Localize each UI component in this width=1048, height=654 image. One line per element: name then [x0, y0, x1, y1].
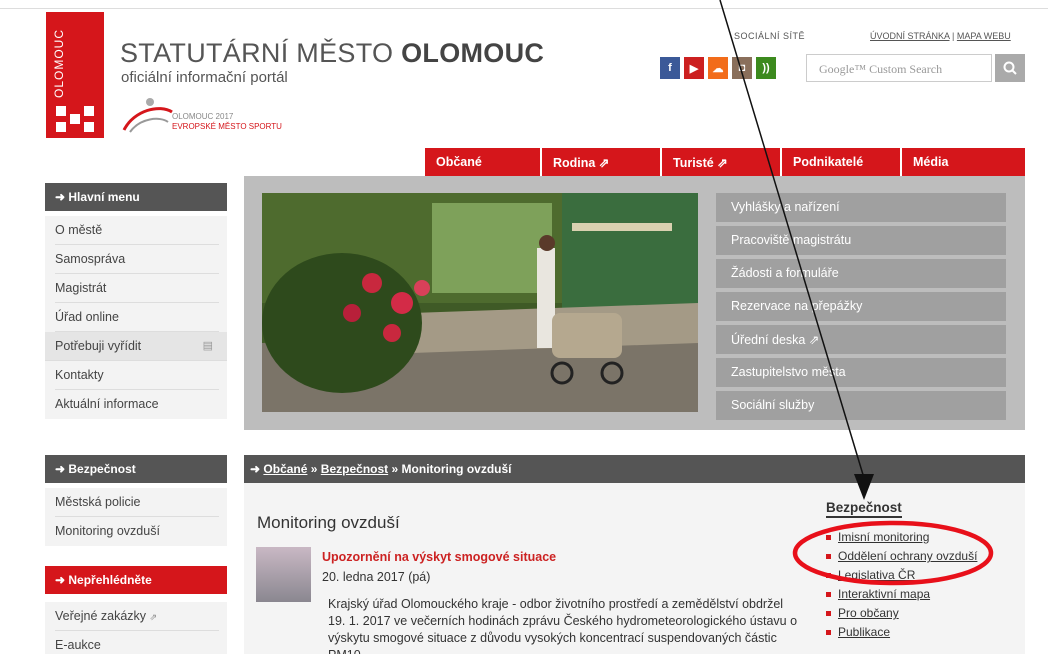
link-oddeleni-ochrany-ovzdusi[interactable]: Oddělení ochrany ovzduší	[838, 549, 977, 563]
external-link-icon: ⇗	[149, 612, 158, 622]
site-subtitle: oficiální informační portál	[121, 69, 288, 86]
sidebar-item-potrebuji-vyridit[interactable]: Potřebuji vyřídit ▤	[45, 332, 227, 361]
page-title: Monitoring ovzduší	[257, 513, 400, 532]
main-menu-list: O městě Samospráva Magistrát Úřad online…	[45, 216, 227, 419]
sidebar-item-kontakty[interactable]: Kontakty	[55, 361, 219, 390]
search-button[interactable]	[995, 54, 1025, 82]
breadcrumb: ➜ Občané » Bezpečnost » Monitoring ovzdu…	[244, 455, 1025, 483]
link-imisni-monitoring[interactable]: Imisní monitoring	[838, 530, 929, 544]
quick-links: Vyhlášky a nařízení Pracoviště magistrát…	[716, 193, 1006, 424]
home-link[interactable]: ÚVODNÍ STRÁNKA	[870, 31, 950, 41]
youtube-icon[interactable]: ▶	[684, 57, 704, 79]
arrow-icon: ➜	[250, 462, 261, 476]
quick-link-uredni-deska[interactable]: Úřední deska ⇗	[716, 325, 1006, 354]
news-thumbnail[interactable]	[256, 547, 311, 602]
main-menu-header: ➜ Hlavní menu	[45, 183, 227, 211]
main-nav: Občané Rodina ⇗ Turisté ⇗ Podnikatelé Mé…	[425, 148, 1025, 176]
logo-squares-icon	[56, 106, 94, 132]
nav-obcane[interactable]: Občané	[425, 148, 542, 176]
social-networks-label: SOCIÁLNÍ SÍTĚ	[734, 31, 806, 41]
security-menu-header: ➜ Bezpečnost	[45, 455, 227, 483]
nav-media[interactable]: Média	[902, 148, 1025, 176]
sidebar-item-verejne-zakazky[interactable]: Veřejné zakázky ⇗	[55, 602, 219, 631]
nav-turiste[interactable]: Turisté ⇗	[662, 148, 782, 176]
link-publikace[interactable]: Publikace	[838, 625, 890, 639]
list-item: Imisní monitoring	[826, 530, 977, 549]
sport-city-logo-icon	[122, 98, 173, 133]
breadcrumb-link-obcane[interactable]: Občané	[263, 462, 307, 476]
list-item: Publikace	[826, 625, 977, 644]
side-box-title: Bezpečnost	[826, 500, 902, 518]
top-links: ÚVODNÍ STRÁNKA | MAPA WEBU	[870, 31, 1011, 41]
submenu-icon: ▤	[202, 340, 213, 352]
facebook-icon[interactable]: f	[660, 57, 680, 79]
side-box-links: Imisní monitoring Oddělení ochrany ovzdu…	[826, 530, 977, 644]
list-item: Legislativa ČR	[826, 568, 977, 587]
sidebar-item-samosprava[interactable]: Samospráva	[55, 245, 219, 274]
search-input[interactable]: Google™ Custom Search	[806, 54, 992, 82]
link-pro-obcany[interactable]: Pro občany	[838, 606, 899, 620]
link-legislativa-cr[interactable]: Legislativa ČR	[838, 568, 915, 582]
sidebar-item-o-meste[interactable]: O městě	[55, 216, 219, 245]
rss-icon[interactable]: ))	[756, 57, 776, 79]
quick-link-pracoviste[interactable]: Pracoviště magistrátu	[716, 226, 1006, 255]
hero-photo	[262, 193, 698, 412]
link-interaktivni-mapa[interactable]: Interaktivní mapa	[838, 587, 930, 601]
sport-city-text: OLOMOUC 2017 EVROPSKÉ MĚSTO SPORTU	[172, 112, 282, 131]
instagram-icon[interactable]: ◘	[732, 57, 752, 79]
news-date: 20. ledna 2017 (pá)	[322, 570, 431, 584]
dont-miss-header: ➜ Nepřehlédněte	[45, 566, 227, 594]
dont-miss-list: Veřejné zakázky ⇗ E-aukce	[45, 602, 227, 654]
top-divider	[0, 8, 1048, 9]
city-logo-ribbon[interactable]: OLOMOUC	[46, 12, 104, 138]
sidebar-item-magistrat[interactable]: Magistrát	[55, 274, 219, 303]
sidebar-item-e-aukce[interactable]: E-aukce	[55, 631, 219, 654]
sidebar-item-aktualni-informace[interactable]: Aktuální informace	[55, 390, 219, 419]
quick-link-rezervace[interactable]: Rezervace na přepážky	[716, 292, 1006, 321]
sidebar-item-urad-online[interactable]: Úřad online	[55, 303, 219, 332]
search-icon	[1003, 61, 1017, 75]
list-item: Pro občany	[826, 606, 977, 625]
top-links-separator: |	[952, 31, 955, 41]
list-item: Oddělení ochrany ovzduší	[826, 549, 977, 568]
quick-link-vyhlasky[interactable]: Vyhlášky a nařízení	[716, 193, 1006, 222]
social-icons: f ▶ ☁ ◘))	[660, 57, 776, 79]
quick-link-socialni-sluzby[interactable]: Sociální služby	[716, 391, 1006, 420]
sidebar-item-mestska-policie[interactable]: Městská policie	[55, 488, 219, 517]
soundcloud-icon[interactable]: ☁	[708, 57, 728, 79]
security-menu-list: Městská policie Monitoring ovzduší	[45, 488, 227, 546]
breadcrumb-current: Monitoring ovzduší	[401, 462, 512, 476]
news-body: Krajský úřad Olomouckého kraje - odbor ž…	[328, 597, 798, 654]
breadcrumb-link-bezpecnost[interactable]: Bezpečnost	[321, 462, 388, 476]
list-item: Interaktivní mapa	[826, 587, 977, 606]
site-title[interactable]: STATUTÁRNÍ MĚSTO OLOMOUC	[120, 38, 544, 69]
sidebar-item-monitoring-ovzdusi[interactable]: Monitoring ovzduší	[55, 517, 219, 546]
nav-rodina[interactable]: Rodina ⇗	[542, 148, 662, 176]
arrow-icon: ➜	[55, 190, 69, 204]
quick-link-zastupitelstvo[interactable]: Zastupitelstvo města	[716, 358, 1006, 387]
sitemap-link[interactable]: MAPA WEBU	[957, 31, 1011, 41]
nav-podnikatele[interactable]: Podnikatelé	[782, 148, 902, 176]
arrow-icon: ➜	[55, 573, 69, 587]
quick-link-zadosti[interactable]: Žádosti a formuláře	[716, 259, 1006, 288]
news-title-link[interactable]: Upozornění na výskyt smogové situace	[322, 550, 556, 564]
arrow-icon: ➜	[55, 462, 69, 476]
logo-vertical-text: OLOMOUC	[52, 28, 66, 98]
